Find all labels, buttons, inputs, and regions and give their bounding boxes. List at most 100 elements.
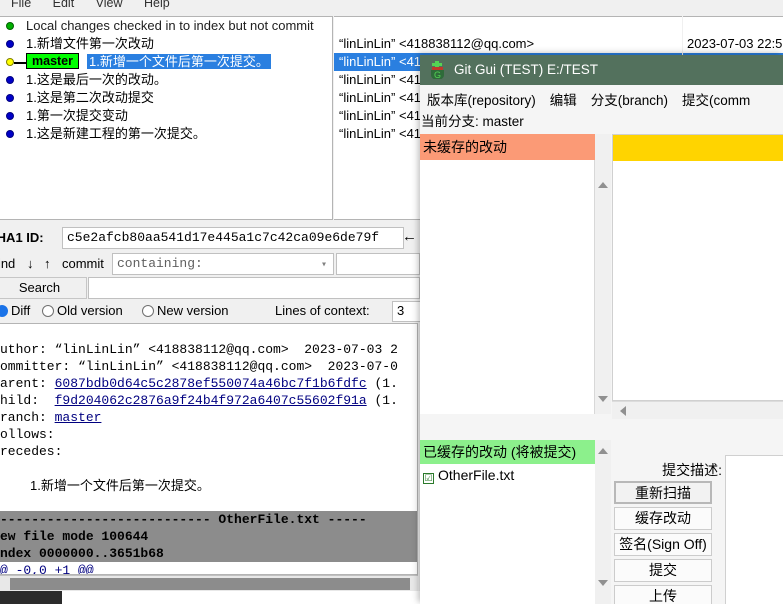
find-up-icon[interactable]: ↑ bbox=[44, 256, 51, 271]
scroll-down-icon[interactable] bbox=[598, 396, 608, 402]
find-label[interactable]: Find bbox=[0, 256, 15, 271]
staged-file-row[interactable]: ☑ OtherFile.txt bbox=[420, 465, 595, 486]
diff-highlight-bar bbox=[613, 135, 783, 161]
unstaged-changes-list[interactable] bbox=[420, 160, 595, 414]
commit-subject: 1.新增文件第一次改动 bbox=[26, 36, 154, 51]
detail-parent-label: arent: bbox=[0, 376, 55, 391]
branch-tag-master[interactable]: master bbox=[26, 53, 79, 69]
menu-edit[interactable]: Edit bbox=[44, 0, 84, 12]
scroll-up-icon[interactable] bbox=[598, 182, 608, 188]
author-cell: “linLinLin” <418838112@qq.com> bbox=[339, 36, 535, 51]
commit-graph-panel[interactable]: Local changes checked in to index but no… bbox=[0, 16, 333, 220]
commit-row[interactable]: 1.这是最后一次的改动。 bbox=[0, 71, 332, 89]
radio-diff-label: Diff bbox=[11, 303, 31, 318]
commit-row[interactable]: 1.第一次提交变动 bbox=[0, 107, 332, 125]
current-branch-label: 当前分支: master bbox=[420, 111, 783, 133]
find-containing-select[interactable]: containing: ▾ bbox=[112, 253, 334, 275]
radio-icon bbox=[0, 305, 8, 317]
menu-help[interactable]: Help bbox=[135, 0, 179, 12]
find-commit-label: commit bbox=[62, 256, 104, 271]
commit-node-icon bbox=[6, 112, 14, 120]
taskbar-strip bbox=[0, 591, 62, 604]
diff-horizontal-scrollbar[interactable] bbox=[0, 575, 418, 592]
unstaged-vertical-scrollbar[interactable] bbox=[595, 134, 611, 414]
lines-of-context-label: Lines of context: bbox=[275, 303, 370, 318]
detail-author-line: uthor: “linLinLin” <418838112@qq.com> 20… bbox=[0, 342, 398, 357]
commit-row[interactable]: 1.这是第二次改动提交 bbox=[0, 89, 332, 107]
menu-branch[interactable]: 分支(branch) bbox=[584, 85, 675, 111]
find-text-input[interactable] bbox=[336, 253, 420, 275]
commit-row-selected[interactable]: master 1.新增一个文件后第一次提交。 bbox=[0, 53, 332, 71]
commit-row[interactable]: 1.新增文件第一次改动 bbox=[0, 35, 332, 53]
child-sha-link[interactable]: f9d204062c2876a9f24b4f972a6407c55602f91a bbox=[55, 393, 367, 408]
staged-changes-header: 已缓存的改动 (将被提交) bbox=[420, 440, 595, 464]
radio-diff[interactable]: Diff bbox=[0, 303, 30, 318]
git-gui-diff-pane[interactable] bbox=[612, 134, 783, 401]
scroll-left-icon[interactable] bbox=[620, 406, 626, 416]
commit-subject: 1.这是第二次改动提交 bbox=[26, 90, 154, 105]
git-gui-window: G Git Gui (TEST) E:/TEST 版本库(repository)… bbox=[420, 55, 783, 604]
commit-row[interactable]: 1.这是新建工程的第一次提交。 bbox=[0, 125, 332, 143]
staged-vertical-scrollbar[interactable] bbox=[595, 440, 611, 604]
radio-new-label: New version bbox=[157, 303, 229, 318]
branch-link[interactable]: master bbox=[55, 410, 102, 425]
commit-node-icon bbox=[6, 130, 14, 138]
rescan-button[interactable]: 重新扫描 bbox=[614, 481, 712, 504]
menu-repository[interactable]: 版本库(repository) bbox=[420, 85, 543, 111]
radio-old-version[interactable]: Old version bbox=[42, 303, 123, 318]
detail-parent-line: arent: 6087bdb0d64c5c2878ef550074a46bc7f… bbox=[0, 375, 417, 392]
git-gui-menubar: 版本库(repository) 编辑 分支(branch) 提交(comm bbox=[420, 85, 783, 111]
radio-new-version[interactable]: New version bbox=[142, 303, 229, 318]
detail-commit-message: 1.新增一个文件后第一次提交。 bbox=[30, 478, 210, 493]
find-containing-value: containing: bbox=[117, 256, 203, 271]
commit-message-label: 提交描述: bbox=[662, 462, 722, 478]
git-gui-diff-horizontal-scrollbar[interactable] bbox=[612, 401, 783, 419]
scroll-up-icon[interactable] bbox=[598, 448, 608, 454]
staged-file-checkbox-icon[interactable]: ☑ bbox=[423, 473, 434, 484]
diff-hunk-line: @ -0,0 +1 @@ bbox=[0, 562, 417, 574]
gitk-menubar: File Edit View Help bbox=[0, 0, 783, 14]
diff-index-line: ndex 0000000..3651b68 bbox=[0, 545, 417, 562]
detail-parent-tail: (1. bbox=[366, 376, 398, 391]
detail-child-tail: (1. bbox=[366, 393, 398, 408]
detail-branch-line: ranch: master bbox=[0, 409, 417, 426]
radio-icon bbox=[142, 305, 154, 317]
sha1-input[interactable]: c5e2afcb80aa541d17e445a1c7c42ca09e6de79f bbox=[62, 227, 404, 249]
scrollbar-thumb[interactable] bbox=[10, 578, 410, 590]
git-gui-title-text: Git Gui (TEST) E:/TEST bbox=[454, 62, 599, 77]
search-input[interactable] bbox=[88, 277, 420, 299]
commit-subject: 1.这是最后一次的改动。 bbox=[26, 72, 167, 87]
find-down-icon[interactable]: ↓ bbox=[27, 256, 34, 271]
radio-old-label: Old version bbox=[57, 303, 123, 318]
scroll-down-icon[interactable] bbox=[598, 580, 608, 586]
chevron-down-icon: ▾ bbox=[320, 260, 327, 271]
detail-child-line: hild: f9d204062c2876a9f24b4f972a6407c556… bbox=[0, 392, 417, 409]
detail-branch-label: ranch: bbox=[0, 410, 55, 425]
commit-message-input[interactable] bbox=[725, 455, 783, 604]
staged-changes-list[interactable]: ☑ OtherFile.txt bbox=[420, 464, 595, 604]
detail-child-label: hild: bbox=[0, 393, 55, 408]
menu-file[interactable]: File bbox=[2, 0, 40, 12]
push-button[interactable]: 上传 bbox=[614, 585, 712, 604]
stage-changes-button[interactable]: 缓存改动 bbox=[614, 507, 712, 530]
commit-node-icon bbox=[6, 76, 14, 84]
back-arrow-icon[interactable]: ← bbox=[402, 228, 417, 245]
diff-file-header: --------------------------- OtherFile.tx… bbox=[0, 511, 417, 528]
screenshot-root: File Edit View Help Local changes checke… bbox=[0, 0, 783, 604]
commit-node-icon bbox=[6, 58, 14, 66]
commit-node-icon bbox=[6, 22, 14, 30]
menu-commit[interactable]: 提交(comm bbox=[675, 85, 757, 111]
commit-row[interactable]: Local changes checked in to index but no… bbox=[0, 17, 332, 35]
diff-text-pane[interactable]: uthor: “linLinLin” <418838112@qq.com> 20… bbox=[0, 323, 418, 575]
search-button[interactable]: Search bbox=[0, 277, 87, 299]
sha1-label: SHA1 ID: bbox=[0, 230, 44, 245]
diff-options-row: Diff Old version New version Lines of co… bbox=[0, 301, 426, 323]
parent-sha-link[interactable]: 6087bdb0d64c5c2878ef550074a46bc7f1b6fdfc bbox=[55, 376, 367, 391]
commit-subject: Local changes checked in to index but no… bbox=[26, 18, 314, 33]
menu-edit-cn[interactable]: 编辑 bbox=[543, 85, 584, 111]
commit-button[interactable]: 提交 bbox=[614, 559, 712, 582]
menu-view[interactable]: View bbox=[87, 0, 132, 12]
commit-subject: 1.新增一个文件后第一次提交。 bbox=[87, 54, 271, 69]
commit-node-icon bbox=[6, 40, 14, 48]
sign-off-button[interactable]: 签名(Sign Off) bbox=[614, 533, 712, 556]
